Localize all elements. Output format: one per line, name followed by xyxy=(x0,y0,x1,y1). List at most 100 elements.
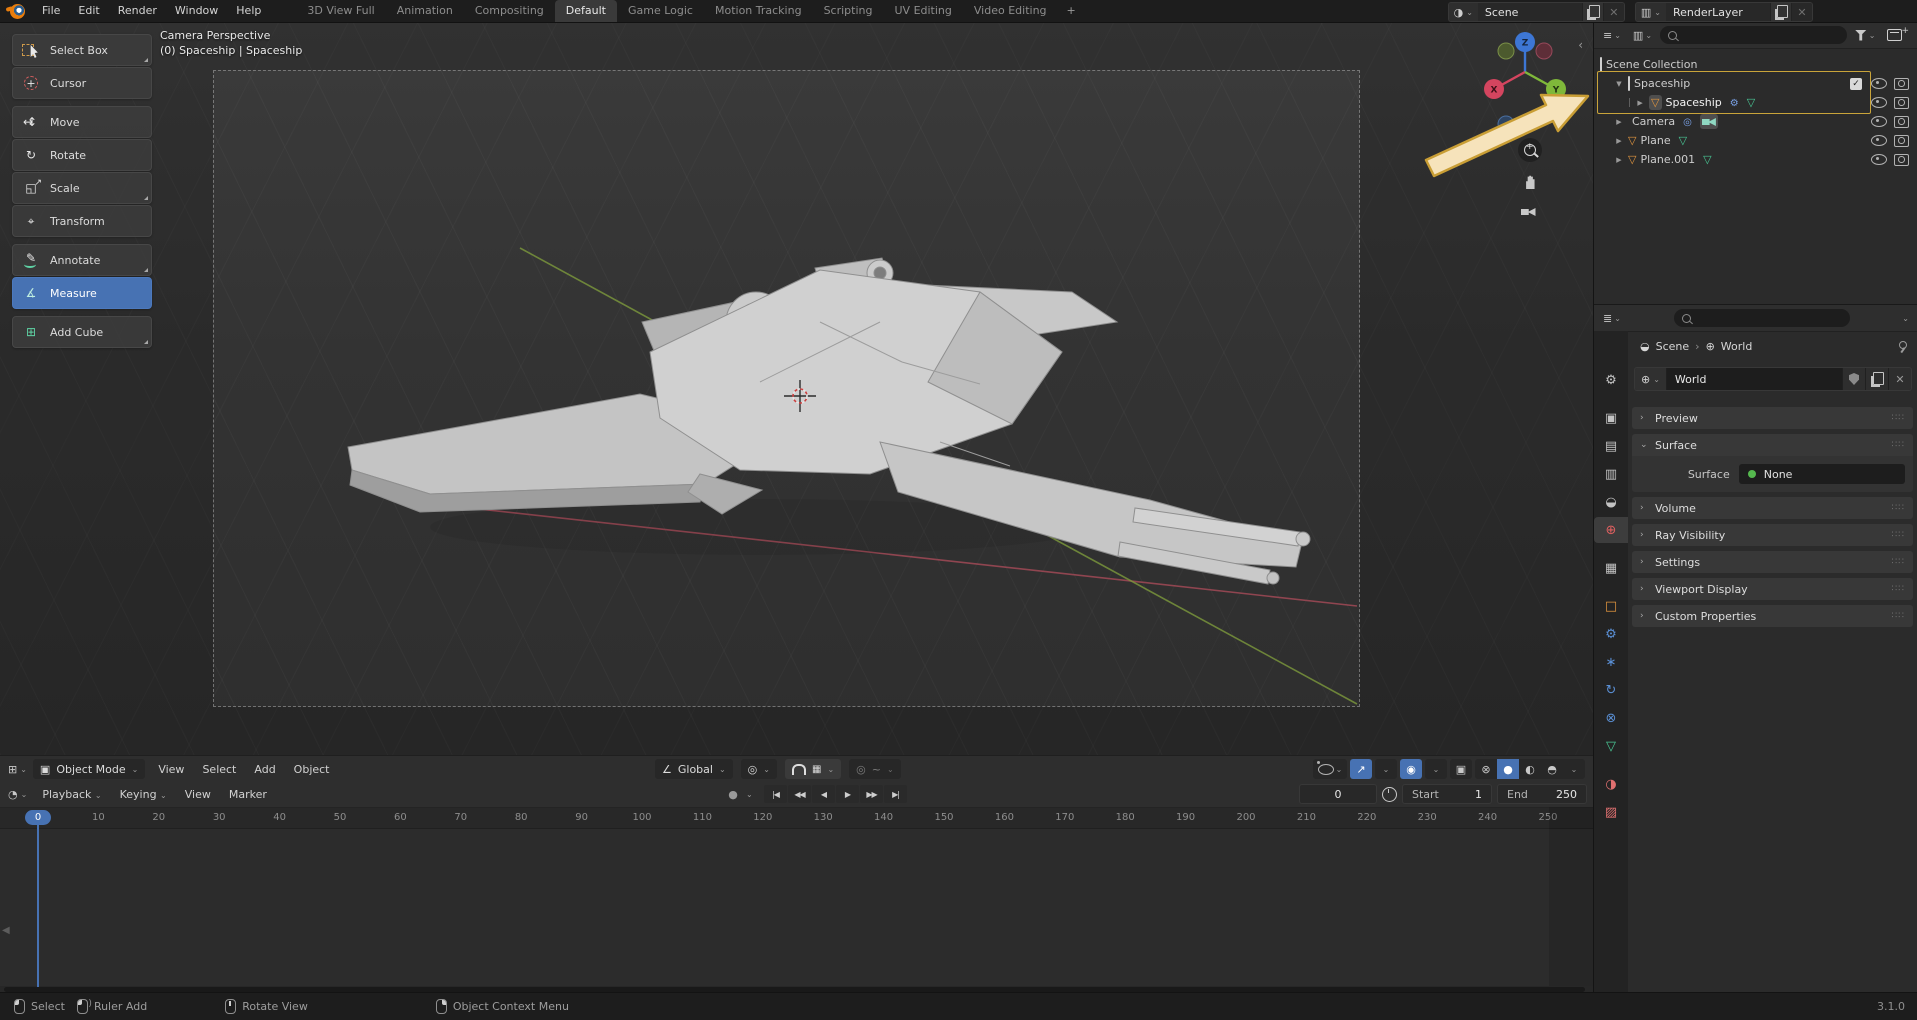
panel-header-viewport-display[interactable]: ›Viewport Display∷∷ xyxy=(1632,578,1913,600)
renderlayer-new-copy-button[interactable] xyxy=(1770,3,1791,21)
shading-wireframe-button[interactable]: ⊗ xyxy=(1475,759,1497,779)
workspace-tab-scripting[interactable]: Scripting xyxy=(813,0,884,22)
properties-search-input[interactable] xyxy=(1674,309,1850,327)
collection-enable-checkbox[interactable]: ✓ xyxy=(1850,78,1862,90)
start-frame-field[interactable]: Start 1 xyxy=(1402,784,1492,804)
viewport-menu-view[interactable]: View xyxy=(149,763,193,776)
play-reverse-button[interactable]: ◀ xyxy=(812,785,835,803)
properties-tab-scene[interactable]: ◒ xyxy=(1594,489,1628,515)
outliner-row-camera[interactable]: ▶Camera◎ xyxy=(1600,112,1917,131)
end-frame-field[interactable]: End 250 xyxy=(1497,784,1587,804)
editor-type-3dview-button[interactable]: ⊞⌄ xyxy=(0,763,33,776)
panel-header-custom-properties[interactable]: ›Custom Properties∷∷ xyxy=(1632,605,1913,627)
object-name[interactable]: Spaceship xyxy=(1666,96,1722,109)
editor-type-timeline-button[interactable]: ◔⌄ xyxy=(0,788,33,801)
renderlayer-name[interactable]: RenderLayer xyxy=(1666,6,1770,19)
disable-in-render-toggle[interactable] xyxy=(1894,97,1909,109)
tool-annotate[interactable]: ✎Annotate xyxy=(12,244,152,276)
new-datablock-button[interactable] xyxy=(1865,368,1888,390)
properties-tab-render[interactable]: ▣ xyxy=(1594,405,1628,431)
properties-tab-tool[interactable]: ⚙ xyxy=(1594,367,1628,393)
workspace-tab-video-editing[interactable]: Video Editing xyxy=(963,0,1058,22)
tool-transform[interactable]: ⌖Transform xyxy=(12,205,152,237)
properties-tab-object[interactable]: □ xyxy=(1594,593,1628,619)
drag-handle-icon[interactable]: ∷∷ xyxy=(1892,584,1905,594)
menu-window[interactable]: Window xyxy=(166,0,227,22)
keying-dropdown[interactable]: ⌄ xyxy=(746,790,753,799)
workspace-tab-game-logic[interactable]: Game Logic xyxy=(617,0,704,22)
object-name[interactable]: Scene Collection xyxy=(1606,58,1697,71)
shading-rendered-button[interactable]: ◓ xyxy=(1541,759,1563,779)
disclosure-open-icon[interactable]: ▼ xyxy=(1614,80,1624,88)
viewport-3d[interactable]: Camera Perspective (0) Spaceship | Space… xyxy=(0,22,1593,755)
panel-header-surface[interactable]: ⌄Surface∷∷ xyxy=(1632,434,1913,456)
world-browse-button[interactable]: ⊕⌄ xyxy=(1635,368,1667,390)
menu-file[interactable]: File xyxy=(33,0,69,22)
hide-in-viewport-toggle[interactable] xyxy=(1871,78,1887,89)
panel-header-settings[interactable]: ›Settings∷∷ xyxy=(1632,551,1913,573)
scene-selector[interactable]: ◑⌄ Scene ✕ xyxy=(1448,2,1625,22)
tool-cursor[interactable]: +Cursor xyxy=(12,67,152,99)
gizmo-axis-neg-x[interactable] xyxy=(1536,43,1552,59)
jump-end-button[interactable]: ▶| xyxy=(884,785,907,803)
properties-tab-collection[interactable]: ▦ xyxy=(1594,555,1628,581)
shading-dropdown[interactable]: ⌄ xyxy=(1563,759,1585,779)
timeline-menu-marker[interactable]: Marker xyxy=(220,788,276,801)
gizmo-axis-neg-y[interactable] xyxy=(1498,43,1514,59)
drag-handle-icon[interactable]: ∷∷ xyxy=(1892,611,1905,621)
tool-measure[interactable]: ∡Measure xyxy=(12,277,152,309)
workspace-tab-motion-tracking[interactable]: Motion Tracking xyxy=(704,0,813,22)
renderlayer-browse-icon[interactable]: ▥⌄ xyxy=(1636,3,1666,21)
properties-tab-output[interactable]: ▤ xyxy=(1594,433,1628,459)
scene-browse-icon[interactable]: ◑⌄ xyxy=(1449,3,1478,21)
workspace-tab-default[interactable]: Default xyxy=(555,0,617,22)
disable-in-render-toggle[interactable] xyxy=(1894,78,1909,90)
disclosure-closed-icon[interactable]: ▶ xyxy=(1614,156,1624,164)
panel-header-ray-visibility[interactable]: ›Ray Visibility∷∷ xyxy=(1632,524,1913,546)
timeline-menu-playback[interactable]: Playback ⌄ xyxy=(33,788,110,801)
properties-tab-texture[interactable]: ▨ xyxy=(1594,799,1628,825)
tool-scale[interactable]: ◱↗Scale xyxy=(12,172,152,204)
editor-type-outliner-button[interactable]: ≡⌄ xyxy=(1599,25,1625,45)
proportional-editing-controls[interactable]: ◎ ~ ⌄ xyxy=(849,759,901,779)
drag-handle-icon[interactable]: ∷∷ xyxy=(1892,503,1905,513)
outliner-filter-button[interactable]: ⌄ xyxy=(1851,25,1880,45)
viewport-pan-button[interactable] xyxy=(1518,170,1542,194)
jump-start-button[interactable]: |◀ xyxy=(764,785,787,803)
pin-icon[interactable] xyxy=(1897,340,1908,353)
drag-handle-icon[interactable]: ∷∷ xyxy=(1892,440,1905,450)
hide-in-viewport-toggle[interactable] xyxy=(1871,135,1887,146)
renderlayer-unlink-button[interactable]: ✕ xyxy=(1791,3,1812,21)
viewport-camera-toggle-button[interactable] xyxy=(1516,200,1540,224)
fake-user-button[interactable] xyxy=(1842,368,1865,390)
outliner-row-plane[interactable]: ▶▽Plane▽ xyxy=(1600,131,1917,150)
snapping-controls[interactable]: ▦ ⌄ xyxy=(785,759,841,779)
panel-header-preview[interactable]: ›Preview∷∷ xyxy=(1632,407,1913,429)
auto-key-record-button[interactable]: ● xyxy=(722,784,744,804)
renderlayer-selector[interactable]: ▥⌄ RenderLayer ✕ xyxy=(1635,2,1813,22)
xray-toggle[interactable]: ▣ xyxy=(1450,759,1472,779)
outliner-row-plane-001[interactable]: ▶▽Plane.001▽ xyxy=(1600,150,1917,169)
overlays-toggle[interactable]: ◉ xyxy=(1400,759,1422,779)
play-button[interactable]: ▶ xyxy=(836,785,859,803)
editor-type-properties-button[interactable]: ≣⌄ xyxy=(1599,308,1625,328)
navigation-gizmo[interactable]: Z X Y xyxy=(1478,28,1578,138)
disable-in-render-toggle[interactable] xyxy=(1894,135,1909,147)
frame-ruler[interactable]: 0102030405060708090100110120130140150160… xyxy=(0,808,1593,829)
timeline-menu-view[interactable]: View xyxy=(176,788,220,801)
tool-add-cube[interactable]: ⊞Add Cube xyxy=(12,316,152,348)
scene-name[interactable]: Scene xyxy=(1478,6,1582,19)
hide-in-viewport-toggle[interactable] xyxy=(1871,116,1887,127)
viewport-menu-add[interactable]: Add xyxy=(245,763,284,776)
disclosure-closed-icon[interactable]: ▶ xyxy=(1614,137,1624,145)
properties-tab-physics[interactable]: ↻ xyxy=(1594,677,1628,703)
prev-keyframe-button[interactable]: ◀◀ xyxy=(788,785,811,803)
breadcrumb-world[interactable]: World xyxy=(1721,340,1753,353)
disclosure-closed-icon[interactable]: ▶ xyxy=(1614,118,1624,126)
add-workspace-button[interactable]: + xyxy=(1058,0,1085,22)
viewport-menu-object[interactable]: Object xyxy=(285,763,339,776)
overlays-dropdown[interactable]: ⌄ xyxy=(1425,759,1447,779)
outliner-display-mode-button[interactable]: ▥⌄ xyxy=(1629,25,1656,45)
object-name[interactable]: Plane.001 xyxy=(1640,153,1695,166)
next-keyframe-button[interactable]: ▶▶ xyxy=(860,785,883,803)
